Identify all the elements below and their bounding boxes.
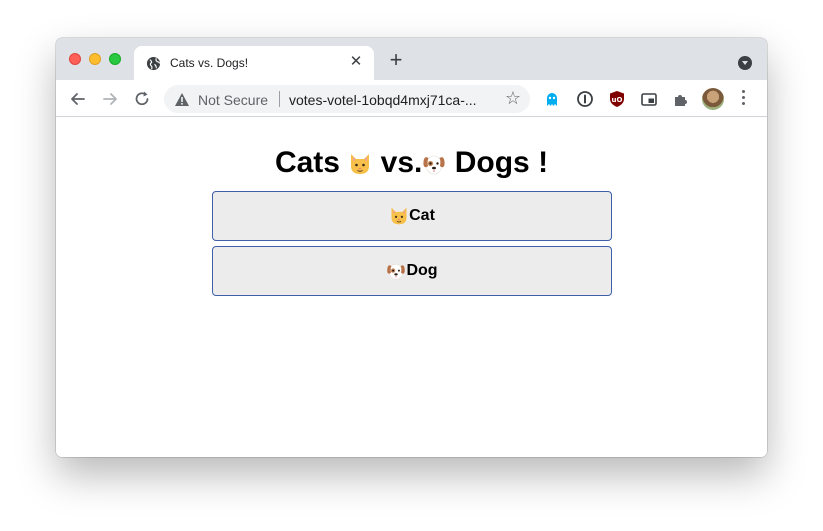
- url-text[interactable]: votes-votel-1obqd4mxj71ca-...: [289, 92, 477, 108]
- bookmark-star-icon[interactable]: ☆: [505, 89, 521, 107]
- title-exclamation: !: [538, 146, 549, 179]
- tab-cats-vs-dogs[interactable]: Cats vs. Dogs! ✕: [134, 46, 374, 80]
- svg-text:uO: uO: [612, 96, 623, 104]
- dog-face-icon: [386, 261, 406, 281]
- address-bar[interactable]: Not Secure votes-votel-1obqd4mxj71ca-...…: [164, 85, 530, 113]
- 1password-icon[interactable]: [576, 90, 594, 108]
- ublock-origin-icon[interactable]: uO: [608, 90, 626, 108]
- title-vs: vs.: [380, 146, 423, 179]
- menu-kebab-icon[interactable]: [740, 90, 746, 108]
- globe-icon: [146, 56, 161, 71]
- page-content: Cats vs. Dogs ! Cat Dog: [56, 118, 767, 457]
- page-title: Cats vs. Dogs !: [56, 146, 767, 180]
- reload-icon[interactable]: [132, 89, 152, 109]
- ghostery-icon[interactable]: [543, 90, 561, 108]
- vote-dog-label: Dog: [406, 262, 438, 279]
- cat-face-icon: [389, 206, 409, 226]
- cat-face-icon: [348, 152, 372, 176]
- security-status-label[interactable]: Not Secure: [198, 92, 268, 108]
- forward-icon[interactable]: [100, 89, 120, 109]
- window-close-button[interactable]: [69, 53, 81, 65]
- tab-close-icon[interactable]: ✕: [348, 54, 364, 70]
- tab-title: Cats vs. Dogs!: [170, 56, 249, 70]
- picture-in-picture-icon[interactable]: [640, 90, 658, 108]
- vote-dog-button[interactable]: Dog: [212, 246, 612, 296]
- browser-toolbar: Not Secure votes-votel-1obqd4mxj71ca-...…: [56, 80, 767, 117]
- back-icon[interactable]: [68, 89, 88, 109]
- omnibox-divider: [279, 91, 280, 107]
- browser-window: Cats vs. Dogs! ✕ + Not Secure votes-vote…: [56, 38, 767, 457]
- vote-cat-button[interactable]: Cat: [212, 191, 612, 241]
- title-cats: Cats: [274, 146, 340, 179]
- window-maximize-button[interactable]: [109, 53, 121, 65]
- vote-cat-label: Cat: [409, 207, 435, 224]
- profile-avatar[interactable]: [702, 88, 724, 110]
- title-dogs: Dogs: [454, 146, 530, 179]
- extensions-puzzle-icon[interactable]: [672, 90, 690, 108]
- tab-strip: Cats vs. Dogs! ✕ +: [56, 38, 767, 80]
- tab-search-icon[interactable]: [738, 56, 752, 70]
- new-tab-button[interactable]: +: [384, 49, 408, 73]
- window-minimize-button[interactable]: [89, 53, 101, 65]
- warning-icon[interactable]: [174, 92, 190, 107]
- dog-face-icon: [422, 152, 446, 176]
